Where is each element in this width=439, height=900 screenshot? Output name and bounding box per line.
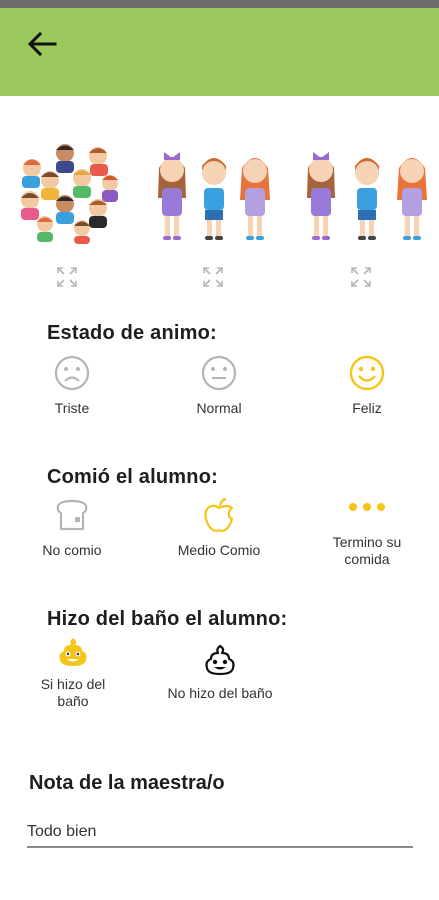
arrow-left-icon [27,31,57,57]
three-dots-icon [349,503,385,511]
bread-icon [56,499,88,531]
expand-icon[interactable] [350,266,372,288]
meal-option-medio-comio[interactable]: Medio Comio [149,497,289,559]
status-bar [0,0,439,8]
bathroom-label-si: Si hizo del baño [40,676,106,709]
meal-label-medio-comio: Medio Comio [177,542,261,558]
mood-option-normal[interactable]: Normal [149,355,289,417]
back-button[interactable] [22,26,62,62]
group-of-children-photo[interactable] [10,138,130,246]
expand-icon[interactable] [202,266,224,288]
bathroom-option-no[interactable]: No hizo del baño [150,644,290,702]
mood-option-triste[interactable]: Triste [2,355,142,417]
meal-label-termino: Termino su comida [332,534,402,567]
expand-icon[interactable] [56,266,78,288]
poop-icon [205,644,235,676]
meal-option-no-comio[interactable]: No comio [2,499,142,559]
sad-face-icon [54,355,90,391]
three-children-photo[interactable] [301,138,439,246]
three-children-photo[interactable] [152,138,272,246]
note-title: Nota de la maestra/o [29,772,225,794]
app-bar [0,8,439,96]
meal-label-no-comio: No comio [42,542,102,558]
poop-happy-icon [59,638,87,666]
bathroom-label-no: No hizo del baño [167,685,273,701]
mood-option-feliz[interactable]: Feliz [297,355,437,417]
child-girl-purple [158,152,186,240]
mood-label-feliz: Feliz [352,400,382,416]
meal-option-termino[interactable]: Termino su comida [297,500,437,568]
apple-icon [204,497,234,533]
bathroom-option-si[interactable]: Si hizo del baño [3,636,143,710]
bathroom-section-title: Hizo del baño el alumno: [47,608,288,630]
mood-section-title: Estado de animo: [47,322,217,344]
mood-label-triste: Triste [54,400,90,416]
mood-label-normal: Normal [196,400,242,416]
note-input[interactable]: Todo bien [27,820,413,848]
happy-face-icon [349,355,385,391]
meal-section-title: Comió el alumno: [47,466,218,488]
neutral-face-icon [201,355,237,391]
